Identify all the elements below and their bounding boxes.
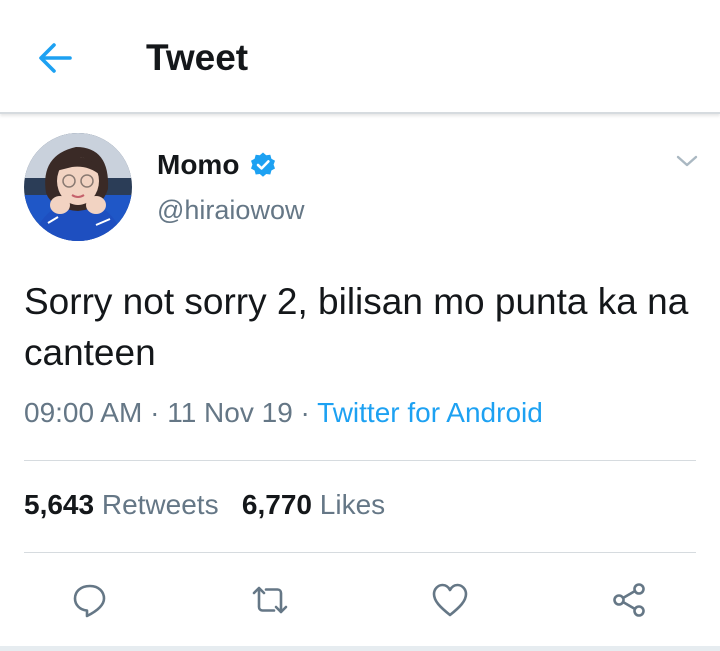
bottom-separator bbox=[0, 646, 720, 651]
reply-button[interactable] bbox=[70, 580, 110, 620]
verified-badge-icon bbox=[251, 152, 276, 177]
retweets-label: Retweets bbox=[101, 489, 219, 520]
display-name[interactable]: Momo bbox=[157, 149, 239, 181]
likes-label: Likes bbox=[319, 489, 386, 520]
action-bar bbox=[0, 572, 720, 628]
divider bbox=[24, 460, 696, 461]
tweet-source-link[interactable]: Twitter for Android bbox=[317, 397, 543, 428]
author-handle[interactable]: @hiraiowow bbox=[157, 195, 304, 226]
like-icon[interactable] bbox=[430, 580, 470, 620]
share-button[interactable] bbox=[610, 580, 650, 620]
retweet-button[interactable] bbox=[250, 580, 290, 620]
tweet-meta: 09:00 AM · 11 Nov 19 · Twitter for Andro… bbox=[24, 397, 543, 429]
page-title: Tweet bbox=[146, 37, 249, 78]
tweet-date: 11 Nov 19 bbox=[167, 397, 293, 428]
profile-photo bbox=[24, 133, 132, 241]
meta-separator: · bbox=[142, 397, 168, 428]
divider bbox=[24, 552, 696, 553]
tweet-menu-button[interactable] bbox=[675, 151, 699, 171]
reply-icon[interactable] bbox=[70, 580, 110, 620]
top-bar: Tweet bbox=[0, 0, 720, 114]
author-name-row[interactable]: Momo bbox=[157, 145, 277, 185]
avatar[interactable] bbox=[24, 133, 132, 241]
retweets-stat[interactable]: 5,643 Retweets bbox=[24, 489, 219, 521]
back-arrow-icon[interactable] bbox=[34, 38, 78, 78]
tweet-text: Sorry not sorry 2, bilisan mo punta ka n… bbox=[24, 281, 689, 373]
retweets-count: 5,643 bbox=[24, 489, 95, 520]
retweet-icon[interactable] bbox=[250, 580, 290, 620]
tweet-time: 09:00 AM bbox=[24, 397, 143, 428]
chevron-down-icon[interactable] bbox=[675, 151, 699, 171]
back-button[interactable] bbox=[34, 38, 78, 78]
likes-count: 6,770 bbox=[241, 489, 312, 520]
likes-stat[interactable]: 6,770 Likes bbox=[242, 489, 385, 521]
share-icon[interactable] bbox=[610, 580, 650, 620]
like-button[interactable] bbox=[430, 580, 470, 620]
tweet-stats: 5,643 Retweets 6,770 Likes bbox=[24, 489, 385, 521]
meta-separator: · bbox=[292, 397, 318, 428]
